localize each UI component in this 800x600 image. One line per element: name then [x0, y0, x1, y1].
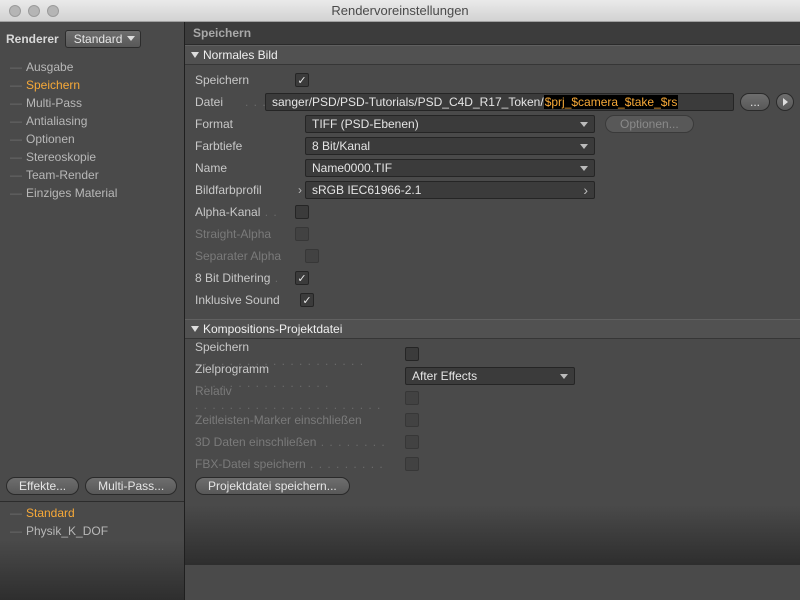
renderer-label: Renderer: [6, 32, 59, 46]
disclosure-triangle-icon: [191, 326, 199, 332]
label-speichern: Speichern: [195, 73, 295, 87]
bildfarbprofil-field[interactable]: sRGB IEC61966-2.1: [305, 181, 595, 199]
profile-nav-icon: ›: [295, 183, 305, 197]
preset-list: —Standard —Physik_K_DOF: [0, 501, 184, 540]
renderer-value: Standard: [74, 32, 123, 46]
tree-item-optionen[interactable]: —Optionen: [0, 130, 184, 148]
label-farbtiefe: Farbtiefe: [195, 139, 305, 153]
browse-button[interactable]: ...: [740, 93, 770, 111]
path-expand-button[interactable]: [776, 93, 794, 111]
chevron-down-icon: [127, 36, 135, 41]
label-zeitleisten: Zeitleisten-Marker einschließen: [195, 413, 405, 427]
tree-item-ausgabe[interactable]: —Ausgabe: [0, 58, 184, 76]
checkbox-relativ: [405, 391, 419, 405]
label-fbx: FBX-Datei speichern . . . . . . . . .: [195, 457, 405, 471]
checkbox-zeitleisten: [405, 413, 419, 427]
settings-tree: —Ausgabe —Speichern —Multi-Pass —Antiali…: [0, 58, 184, 471]
label-straight-alpha: Straight-Alpha: [195, 227, 295, 241]
label-datei: Datei: [195, 95, 245, 109]
multipass-button[interactable]: Multi-Pass...: [85, 477, 177, 495]
tree-item-antialiasing[interactable]: —Antialiasing: [0, 112, 184, 130]
label-relativ: Relativ . . . . . . . . . . . . . . . . …: [195, 384, 405, 412]
label-format: Format: [195, 117, 305, 131]
sidebar: Renderer Standard —Ausgabe —Speichern —M…: [0, 22, 185, 600]
checkbox-separater-alpha: [305, 249, 319, 263]
titlebar: Rendervoreinstellungen: [0, 0, 800, 22]
checkbox-sound[interactable]: ✓: [300, 293, 314, 307]
label-alpha: Alpha-Kanal . .: [195, 205, 295, 219]
window-title: Rendervoreinstellungen: [0, 3, 800, 18]
tree-item-stereoskopie[interactable]: —Stereoskopie: [0, 148, 184, 166]
format-options-button[interactable]: Optionen...: [605, 115, 694, 133]
checkbox-straight-alpha: [295, 227, 309, 241]
checkbox-komp-speichern[interactable]: [405, 347, 419, 361]
file-path-field[interactable]: sanger/PSD/PSD-Tutorials/PSD_C4D_R17_Tok…: [265, 93, 734, 111]
label-separater-alpha: Separater Alpha: [195, 249, 305, 263]
label-bildfarbprofil: Bildfarbprofil: [195, 183, 295, 197]
farbtiefe-dropdown[interactable]: 8 Bit/Kanal: [305, 137, 595, 155]
zielprogramm-dropdown[interactable]: After Effects: [405, 367, 575, 385]
tree-item-speichern[interactable]: —Speichern: [0, 76, 184, 94]
main-panel: Speichern Normales Bild Speichern ✓ Date…: [185, 22, 800, 600]
label-name: Name: [195, 161, 305, 175]
name-dropdown[interactable]: Name0000.TIF: [305, 159, 595, 177]
checkbox-3ddaten: [405, 435, 419, 449]
tree-item-teamrender[interactable]: —Team-Render: [0, 166, 184, 184]
label-sound: Inklusive Sound: [195, 293, 300, 307]
renderer-dropdown[interactable]: Standard: [65, 30, 142, 48]
panel-title: Speichern: [185, 22, 800, 45]
effects-button[interactable]: Effekte...: [6, 477, 79, 495]
checkbox-speichern[interactable]: ✓: [295, 73, 309, 87]
checkbox-alpha[interactable]: [295, 205, 309, 219]
label-3ddaten: 3D Daten einschließen . . . . . . . .: [195, 435, 405, 449]
checkbox-dithering[interactable]: ✓: [295, 271, 309, 285]
format-dropdown[interactable]: TIFF (PSD-Ebenen): [305, 115, 595, 133]
preset-standard[interactable]: —Standard: [0, 504, 184, 522]
save-projectfile-button[interactable]: Projektdatei speichern...: [195, 477, 350, 495]
disclosure-triangle-icon: [191, 52, 199, 58]
tree-item-multipass[interactable]: —Multi-Pass: [0, 94, 184, 112]
label-dithering: 8 Bit Dithering .: [195, 271, 295, 285]
checkbox-fbx: [405, 457, 419, 471]
section-kompositions[interactable]: Kompositions-Projektdatei: [185, 319, 800, 339]
section-normales-bild[interactable]: Normales Bild: [185, 45, 800, 65]
tree-item-einziges-material[interactable]: —Einziges Material: [0, 184, 184, 202]
preset-physik[interactable]: —Physik_K_DOF: [0, 522, 184, 540]
